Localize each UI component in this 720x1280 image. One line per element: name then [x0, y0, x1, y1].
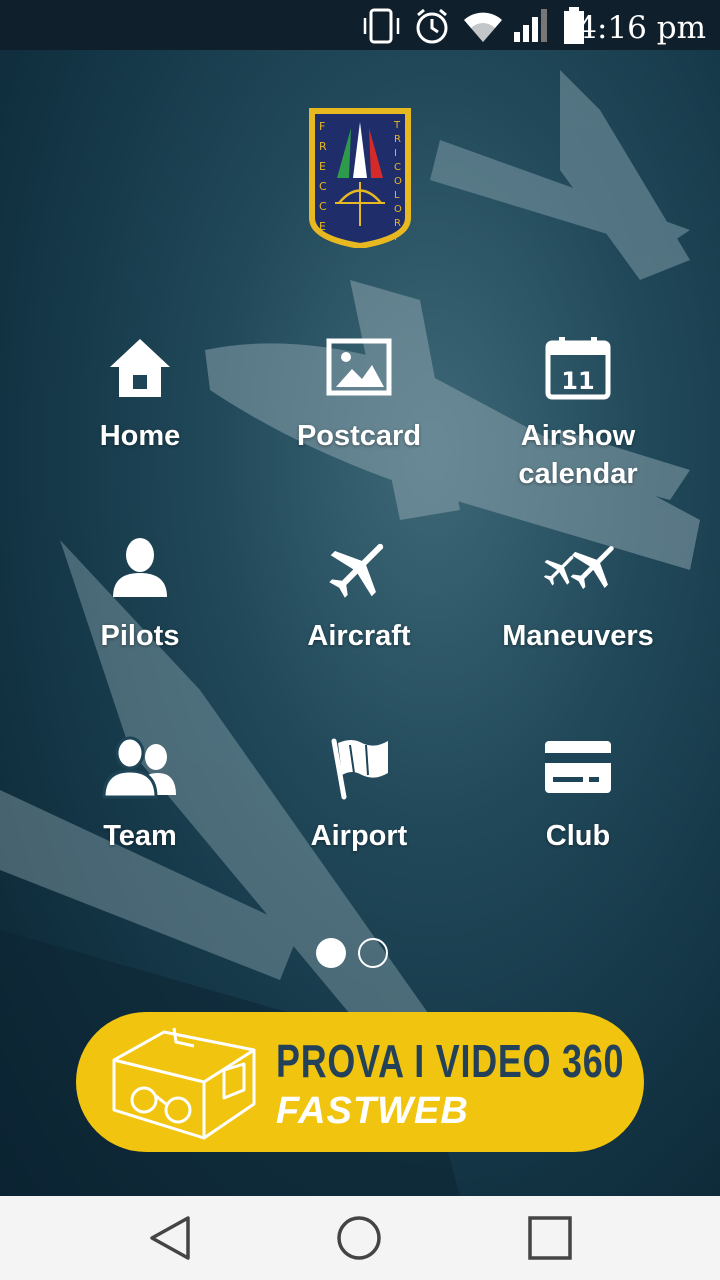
- picture-icon: [314, 335, 404, 405]
- calendar-icon: 11: [533, 335, 623, 405]
- svg-text:R: R: [319, 140, 327, 153]
- page-indicator-inactive[interactable]: [358, 938, 388, 968]
- svg-text:R: R: [394, 134, 401, 145]
- svg-text:O: O: [394, 176, 402, 187]
- navigation-bar: [0, 1196, 720, 1280]
- calendar-day: 11: [561, 367, 594, 395]
- svg-text:I: I: [394, 232, 397, 243]
- svg-text:O: O: [394, 204, 402, 215]
- user-icon: [95, 535, 185, 605]
- menu-item-pilots[interactable]: Pilots: [30, 535, 250, 705]
- svg-text:L: L: [394, 190, 400, 201]
- frecce-tricolori-logo: F R E C C E T R I C O L O R I: [309, 108, 411, 250]
- menu-label: Pilots: [100, 620, 180, 652]
- back-icon[interactable]: [142, 1210, 202, 1266]
- menu-label: Club: [545, 820, 611, 852]
- svg-text:F: F: [319, 120, 325, 133]
- wifi-icon: [460, 6, 506, 51]
- menu-item-airshow-calendar[interactable]: 11 Airshow calendar: [468, 335, 688, 505]
- menu-label: Maneuvers: [502, 620, 654, 652]
- alarm-icon: [412, 6, 452, 51]
- menu-item-club[interactable]: Club: [468, 735, 688, 905]
- menu-label: Home: [99, 420, 181, 452]
- svg-text:I: I: [394, 148, 397, 159]
- menu-item-team[interactable]: Team: [30, 735, 250, 905]
- maneuvers-icon: [533, 535, 623, 605]
- recents-icon[interactable]: [519, 1210, 579, 1266]
- menu-label: Postcard: [296, 420, 422, 452]
- menu-item-maneuvers[interactable]: Maneuvers: [468, 535, 688, 705]
- home-circle-icon[interactable]: [329, 1210, 389, 1266]
- fastweb-logo-text: FASTWEB: [276, 1090, 469, 1132]
- menu-item-aircraft[interactable]: Aircraft: [249, 535, 469, 705]
- team-icon: [95, 735, 185, 805]
- menu-label: Team: [103, 820, 177, 852]
- status-bar: 4:16 pm: [0, 0, 720, 50]
- signal-icon: [512, 6, 552, 51]
- svg-text:T: T: [393, 120, 401, 131]
- svg-text:R: R: [394, 218, 401, 229]
- banner-title: PROVA I VIDEO 360: [276, 1035, 625, 1087]
- card-icon: [533, 735, 623, 805]
- svg-text:E: E: [319, 220, 326, 233]
- page-indicator-active[interactable]: [316, 938, 346, 968]
- status-time: 4:16 pm: [577, 10, 706, 46]
- fastweb-video-360-banner[interactable]: PROVA I VIDEO 360 FASTWEB: [76, 1012, 644, 1152]
- menu-label: Airshow calendar: [518, 420, 638, 490]
- flag-icon: [314, 735, 404, 805]
- home-icon: [95, 335, 185, 405]
- menu-label: Airport: [310, 820, 408, 852]
- vibrate-icon: [362, 6, 402, 51]
- menu-label: Aircraft: [307, 620, 411, 652]
- svg-text:E: E: [319, 160, 326, 173]
- svg-text:C: C: [319, 180, 327, 193]
- menu-item-postcard[interactable]: Postcard: [249, 335, 469, 505]
- svg-text:C: C: [394, 162, 401, 173]
- vr-headset-icon: [104, 1020, 264, 1149]
- airplane-icon: [314, 535, 404, 605]
- svg-text:C: C: [319, 200, 327, 213]
- menu-item-home[interactable]: Home: [30, 335, 250, 505]
- menu-item-airport[interactable]: Airport: [249, 735, 469, 905]
